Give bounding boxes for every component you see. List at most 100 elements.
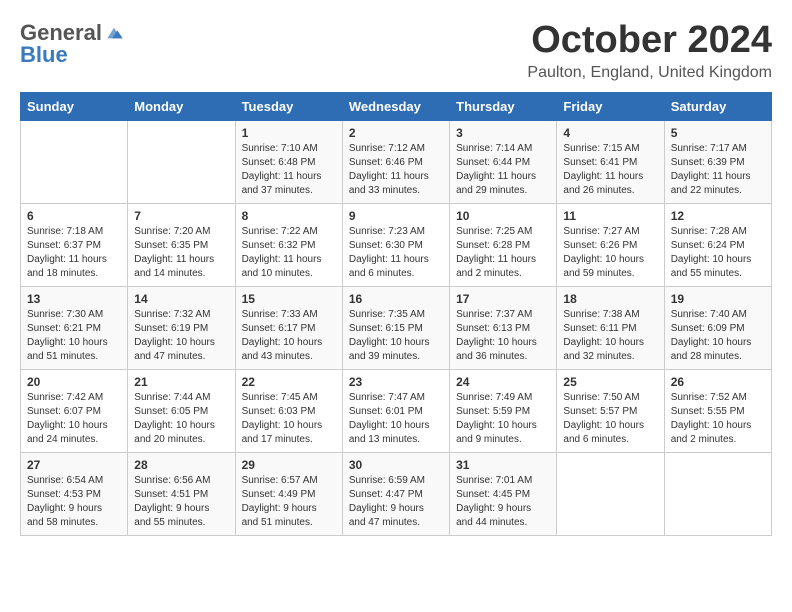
day-number: 24 xyxy=(456,375,550,389)
day-info: Sunrise: 7:14 AMSunset: 6:44 PMDaylight:… xyxy=(456,142,550,198)
calendar-header-row: SundayMondayTuesdayWednesdayThursdayFrid… xyxy=(21,92,772,120)
day-info: Sunrise: 7:30 AMSunset: 6:21 PMDaylight:… xyxy=(27,308,121,364)
page-header: General Blue October 2024 Paulton, Engla… xyxy=(20,20,772,82)
calendar-cell: 28 Sunrise: 6:56 AMSunset: 4:51 PMDayligh… xyxy=(128,452,235,535)
calendar-cell xyxy=(21,120,128,203)
day-number: 6 xyxy=(27,209,121,223)
calendar-week-3: 13Sunrise: 7:30 AMSunset: 6:21 PMDayligh… xyxy=(21,286,772,369)
calendar-week-5: 27Sunrise: 6:54 AMSunset: 4:53 PMDayligh… xyxy=(21,452,772,535)
calendar-cell: 14Sunrise: 7:32 AMSunset: 6:19 PMDayligh… xyxy=(128,286,235,369)
day-number: 18 xyxy=(563,292,657,306)
calendar-cell: 29 Sunrise: 6:57 AMSunset: 4:49 PMDayligh… xyxy=(235,452,342,535)
header-saturday: Saturday xyxy=(664,92,771,120)
day-number: 15 xyxy=(242,292,336,306)
header-monday: Monday xyxy=(128,92,235,120)
logo-icon xyxy=(104,23,124,43)
calendar-cell: 7Sunrise: 7:20 AMSunset: 6:35 PMDaylight… xyxy=(128,203,235,286)
day-info: Sunrise: 7:22 AMSunset: 6:32 PMDaylight:… xyxy=(242,225,336,281)
day-info: Sunrise: 6:57 AMSunset: 4:49 PMDaylight:… xyxy=(242,474,336,530)
day-number: 20 xyxy=(27,375,121,389)
calendar-cell: 2Sunrise: 7:12 AMSunset: 6:46 PMDaylight… xyxy=(342,120,449,203)
calendar-cell xyxy=(664,452,771,535)
day-info: Sunrise: 6:59 AMSunset: 4:47 PMDaylight:… xyxy=(349,474,443,530)
day-number: 21 xyxy=(134,375,228,389)
calendar-cell: 12Sunrise: 7:28 AMSunset: 6:24 PMDayligh… xyxy=(664,203,771,286)
logo: General Blue xyxy=(20,20,124,68)
day-number: 5 xyxy=(671,126,765,140)
day-info: Sunrise: 7:01 AMSunset: 4:45 PMDaylight:… xyxy=(456,474,550,530)
day-info: Sunrise: 7:28 AMSunset: 6:24 PMDaylight:… xyxy=(671,225,765,281)
calendar-cell: 23 Sunrise: 7:47 AMSunset: 6:01 PMDayligh… xyxy=(342,369,449,452)
calendar-cell: 1 Sunrise: 7:10 AMSunset: 6:48 PMDaylight… xyxy=(235,120,342,203)
day-number: 28 xyxy=(134,458,228,472)
calendar-cell: 25Sunrise: 7:50 AMSunset: 5:57 PMDayligh… xyxy=(557,369,664,452)
calendar-cell: 21 Sunrise: 7:44 AMSunset: 6:05 PMDayligh… xyxy=(128,369,235,452)
day-info: Sunrise: 7:10 AMSunset: 6:48 PMDaylight:… xyxy=(242,142,336,198)
day-number: 3 xyxy=(456,126,550,140)
calendar-cell: 20 Sunrise: 7:42 AMSunset: 6:07 PMDayligh… xyxy=(21,369,128,452)
day-number: 4 xyxy=(563,126,657,140)
day-info: Sunrise: 7:18 AMSunset: 6:37 PMDaylight:… xyxy=(27,225,121,281)
header-sunday: Sunday xyxy=(21,92,128,120)
day-info: Sunrise: 7:45 AMSunset: 6:03 PMDaylight:… xyxy=(242,391,336,447)
day-info: Sunrise: 7:40 AMSunset: 6:09 PMDaylight:… xyxy=(671,308,765,364)
day-info: Sunrise: 7:15 AMSunset: 6:41 PMDaylight:… xyxy=(563,142,657,198)
day-info: Sunrise: 7:20 AMSunset: 6:35 PMDaylight:… xyxy=(134,225,228,281)
day-number: 9 xyxy=(349,209,443,223)
calendar-cell: 3 Sunrise: 7:14 AMSunset: 6:44 PMDaylight… xyxy=(450,120,557,203)
day-info: Sunrise: 6:56 AMSunset: 4:51 PMDaylight:… xyxy=(134,474,228,530)
location: Paulton, England, United Kingdom xyxy=(527,64,772,82)
day-info: Sunrise: 7:37 AMSunset: 6:13 PMDaylight:… xyxy=(456,308,550,364)
calendar-cell: 16 Sunrise: 7:35 AMSunset: 6:15 PMDayligh… xyxy=(342,286,449,369)
calendar-cell xyxy=(128,120,235,203)
day-number: 27 xyxy=(27,458,121,472)
day-info: Sunrise: 7:38 AMSunset: 6:11 PMDaylight:… xyxy=(563,308,657,364)
day-number: 29 xyxy=(242,458,336,472)
calendar-week-4: 20 Sunrise: 7:42 AMSunset: 6:07 PMDayligh… xyxy=(21,369,772,452)
day-info: Sunrise: 7:49 AMSunset: 5:59 PMDaylight:… xyxy=(456,391,550,447)
day-number: 16 xyxy=(349,292,443,306)
day-number: 31 xyxy=(456,458,550,472)
calendar-cell: 15 Sunrise: 7:33 AMSunset: 6:17 PMDayligh… xyxy=(235,286,342,369)
logo-blue: Blue xyxy=(20,42,68,68)
day-info: Sunrise: 7:33 AMSunset: 6:17 PMDaylight:… xyxy=(242,308,336,364)
day-info: Sunrise: 7:23 AMSunset: 6:30 PMDaylight:… xyxy=(349,225,443,281)
calendar-week-1: 1 Sunrise: 7:10 AMSunset: 6:48 PMDaylight… xyxy=(21,120,772,203)
header-friday: Friday xyxy=(557,92,664,120)
day-info: Sunrise: 7:52 AMSunset: 5:55 PMDaylight:… xyxy=(671,391,765,447)
calendar-cell: 27Sunrise: 6:54 AMSunset: 4:53 PMDayligh… xyxy=(21,452,128,535)
calendar-cell: 31 Sunrise: 7:01 AMSunset: 4:45 PMDayligh… xyxy=(450,452,557,535)
day-number: 23 xyxy=(349,375,443,389)
calendar-cell: 11 Sunrise: 7:27 AMSunset: 6:26 PMDayligh… xyxy=(557,203,664,286)
day-info: Sunrise: 7:27 AMSunset: 6:26 PMDaylight:… xyxy=(563,225,657,281)
header-tuesday: Tuesday xyxy=(235,92,342,120)
day-number: 8 xyxy=(242,209,336,223)
calendar-cell: 30Sunrise: 6:59 AMSunset: 4:47 PMDayligh… xyxy=(342,452,449,535)
day-number: 19 xyxy=(671,292,765,306)
day-number: 10 xyxy=(456,209,550,223)
calendar-cell: 26 Sunrise: 7:52 AMSunset: 5:55 PMDayligh… xyxy=(664,369,771,452)
header-wednesday: Wednesday xyxy=(342,92,449,120)
day-number: 14 xyxy=(134,292,228,306)
day-number: 1 xyxy=(242,126,336,140)
day-info: Sunrise: 7:42 AMSunset: 6:07 PMDaylight:… xyxy=(27,391,121,447)
day-number: 11 xyxy=(563,209,657,223)
day-info: Sunrise: 7:25 AMSunset: 6:28 PMDaylight:… xyxy=(456,225,550,281)
header-thursday: Thursday xyxy=(450,92,557,120)
calendar-cell: 18 Sunrise: 7:38 AMSunset: 6:11 PMDayligh… xyxy=(557,286,664,369)
day-number: 17 xyxy=(456,292,550,306)
calendar-cell: 4 Sunrise: 7:15 AMSunset: 6:41 PMDaylight… xyxy=(557,120,664,203)
calendar-table: SundayMondayTuesdayWednesdayThursdayFrid… xyxy=(20,92,772,536)
calendar-week-2: 6 Sunrise: 7:18 AMSunset: 6:37 PMDaylight… xyxy=(21,203,772,286)
month-title: October 2024 xyxy=(527,20,772,62)
calendar-cell: 19 Sunrise: 7:40 AMSunset: 6:09 PMDayligh… xyxy=(664,286,771,369)
day-info: Sunrise: 7:35 AMSunset: 6:15 PMDaylight:… xyxy=(349,308,443,364)
day-number: 26 xyxy=(671,375,765,389)
day-info: Sunrise: 7:47 AMSunset: 6:01 PMDaylight:… xyxy=(349,391,443,447)
calendar-cell: 24 Sunrise: 7:49 AMSunset: 5:59 PMDayligh… xyxy=(450,369,557,452)
calendar-cell: 10 Sunrise: 7:25 AMSunset: 6:28 PMDayligh… xyxy=(450,203,557,286)
day-info: Sunrise: 7:44 AMSunset: 6:05 PMDaylight:… xyxy=(134,391,228,447)
calendar-cell: 6 Sunrise: 7:18 AMSunset: 6:37 PMDaylight… xyxy=(21,203,128,286)
calendar-cell: 8 Sunrise: 7:22 AMSunset: 6:32 PMDaylight… xyxy=(235,203,342,286)
day-number: 22 xyxy=(242,375,336,389)
